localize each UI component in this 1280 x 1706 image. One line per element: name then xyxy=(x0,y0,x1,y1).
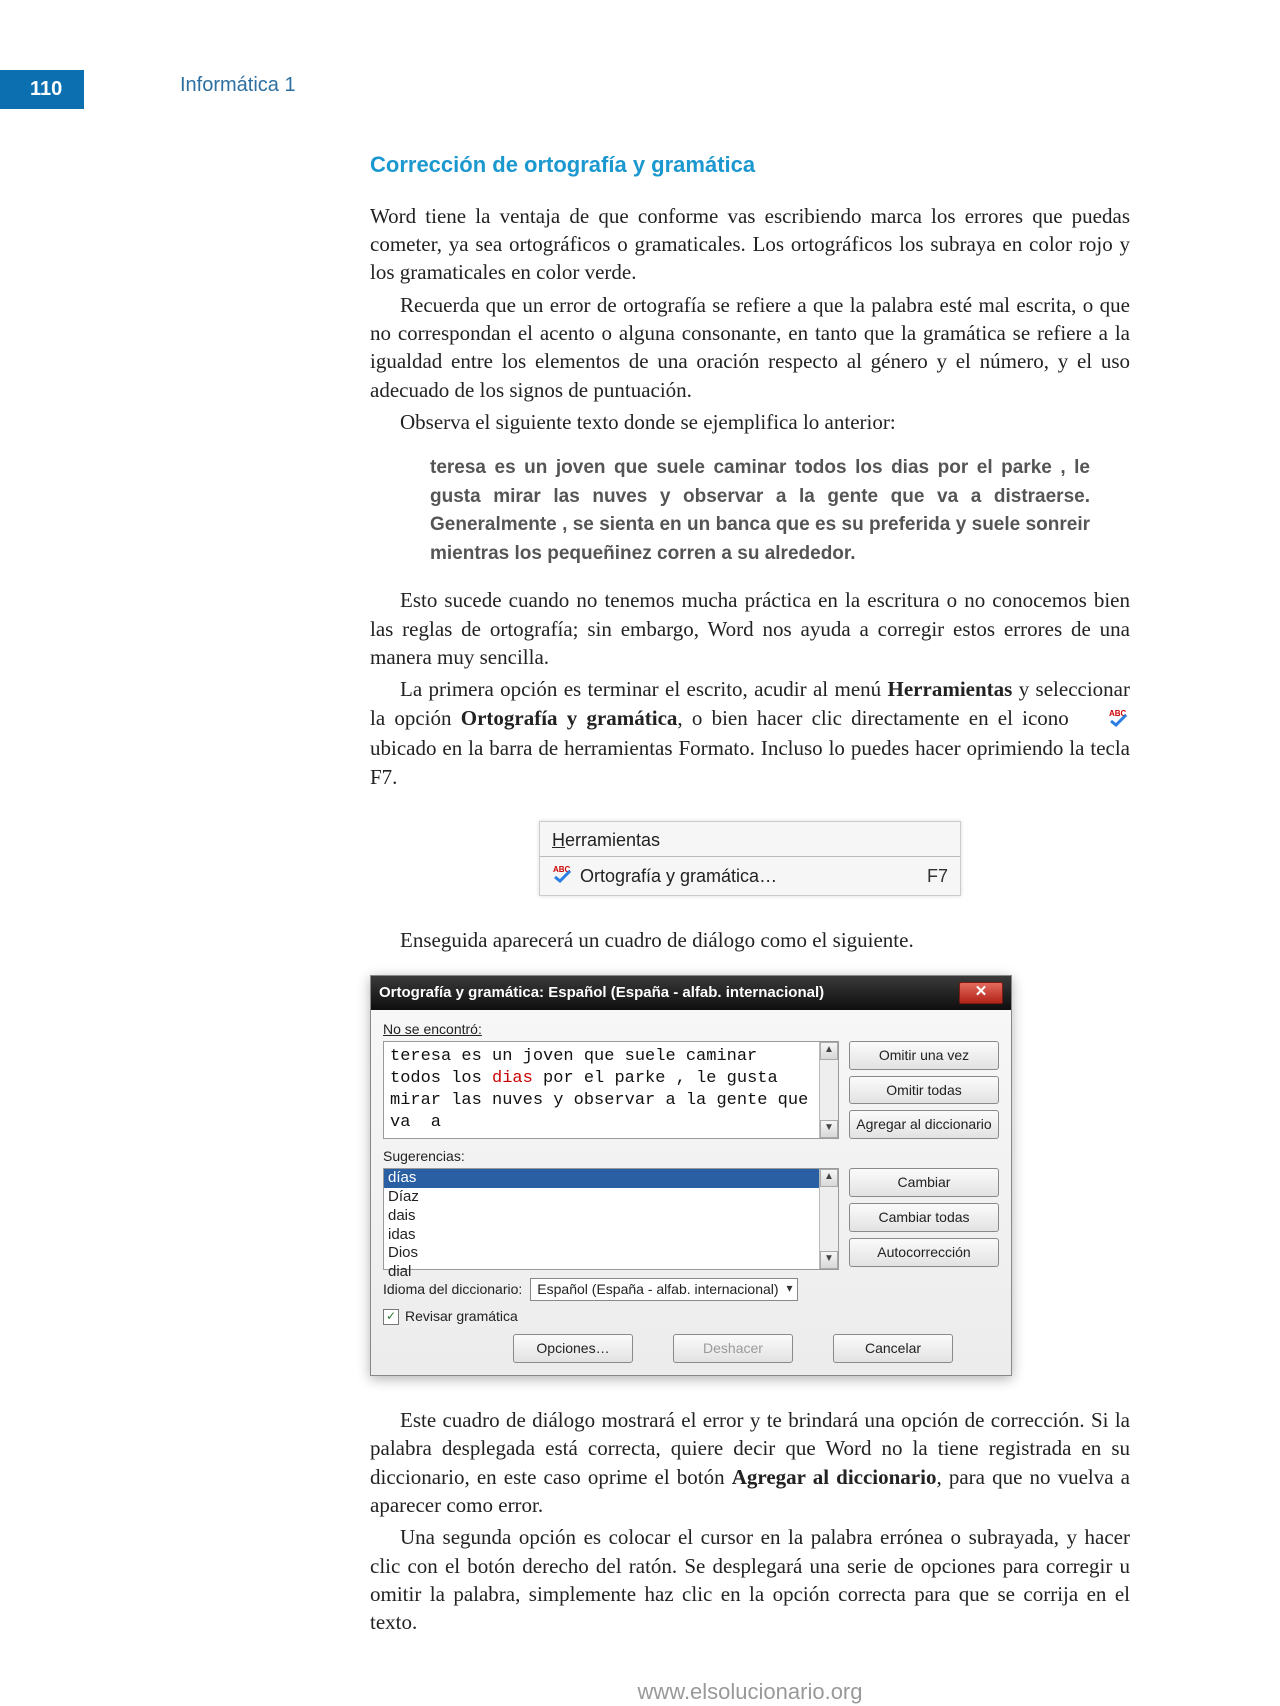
options-button[interactable]: Opciones… xyxy=(513,1334,633,1363)
page: 110 Informática 1 Corrección de ortograf… xyxy=(0,0,1280,1706)
menu-item-shortcut: F7 xyxy=(927,864,948,888)
menu-title-accel: H xyxy=(552,830,565,850)
paragraph-5: La primera opción es terminar el escrito… xyxy=(370,675,1130,790)
dictionary-language-label: Idioma del diccionario: xyxy=(383,1280,522,1299)
spellcheck-icon: ABC xyxy=(1078,706,1130,734)
change-buttons-column: Cambiar Cambiar todas Autocorrección xyxy=(849,1168,999,1270)
suggestion-item[interactable]: Díaz xyxy=(384,1188,819,1207)
error-text-wrap: teresa es un joven que suele caminar tod… xyxy=(383,1041,839,1140)
scroll-down-icon[interactable]: ▼ xyxy=(820,1251,838,1269)
paragraph-8: Una segunda opción es colocar el cursor … xyxy=(370,1523,1130,1636)
text: No se encontró: xyxy=(383,1021,482,1037)
scroll-up-icon[interactable]: ▲ xyxy=(820,1042,838,1060)
example-text: teresa es un joven que suele caminar tod… xyxy=(430,454,1090,568)
error-text-area[interactable]: teresa es un joven que suele caminar tod… xyxy=(384,1042,819,1138)
dialog-body: No se encontró: teresa es un joven que s… xyxy=(371,1010,1011,1375)
menu-title-rest: erramientas xyxy=(565,830,660,850)
paragraph-1: Word tiene la ventaja de que conforme va… xyxy=(370,202,1130,287)
suggestion-item[interactable]: Dios xyxy=(384,1244,819,1263)
spelling-dialog: Ortografía y gramática: Español (España … xyxy=(370,975,1012,1376)
check-grammar-label: Revisar gramática xyxy=(405,1307,518,1326)
menu-title[interactable]: Herramientas xyxy=(540,822,960,857)
cancel-button[interactable]: Cancelar xyxy=(833,1334,953,1363)
scroll-up-icon[interactable]: ▲ xyxy=(820,1169,838,1187)
suggestions-list[interactable]: días Díaz dais idas Dios dial xyxy=(384,1169,819,1269)
page-number: 110 xyxy=(0,70,84,109)
error-text-row: teresa es un joven que suele caminar tod… xyxy=(383,1041,999,1140)
scroll-down-icon[interactable]: ▼ xyxy=(820,1120,838,1138)
dialog-bottom-buttons: Opciones… Deshacer Cancelar xyxy=(513,1334,999,1363)
menu-item-spellcheck[interactable]: ABC Ortografía y gramática… F7 xyxy=(540,857,960,895)
autocorrect-button[interactable]: Autocorrección xyxy=(849,1238,999,1267)
footer-url: www.elsolucionario.org xyxy=(370,1677,1130,1706)
scroll-track[interactable] xyxy=(820,1060,838,1121)
menu-item-label: Ortografía y gramática… xyxy=(580,864,927,888)
bold-ortografia: Ortografía y gramática xyxy=(461,706,678,730)
undo-button: Deshacer xyxy=(673,1334,793,1363)
check-grammar-row: ✓ Revisar gramática xyxy=(383,1307,999,1326)
paragraph-4: Esto sucede cuando no tenemos mucha prác… xyxy=(370,586,1130,671)
close-icon[interactable]: ✕ xyxy=(959,982,1003,1004)
not-found-label: No se encontró: xyxy=(383,1020,999,1039)
scrollbar[interactable]: ▲ ▼ xyxy=(819,1169,838,1269)
ignore-once-button[interactable]: Omitir una vez xyxy=(849,1041,999,1070)
menu-herramientas: Herramientas ABC Ortografía y gramática…… xyxy=(539,821,961,897)
text: , o bien hacer clic directamente en el i… xyxy=(677,706,1078,730)
paragraph-2: Recuerda que un error de ortografía se r… xyxy=(370,291,1130,404)
dictionary-language-row: Idioma del diccionario: Español (España … xyxy=(383,1278,999,1301)
dictionary-language-select[interactable]: Español (España - alfab. internacional) xyxy=(530,1278,797,1301)
change-all-button[interactable]: Cambiar todas xyxy=(849,1203,999,1232)
ignore-all-button[interactable]: Omitir todas xyxy=(849,1076,999,1105)
bold-agregar: Agregar al diccionario xyxy=(732,1465,937,1489)
add-to-dictionary-button[interactable]: Agregar al diccionario xyxy=(849,1110,999,1139)
scroll-track[interactable] xyxy=(820,1187,838,1251)
spellcheck-icon: ABC xyxy=(552,863,580,889)
dialog-title: Ortografía y gramática: Español (España … xyxy=(379,983,959,1003)
text: ubicado en la barra de herramientas Form… xyxy=(370,736,1130,788)
text: La primera opción es terminar el escrito… xyxy=(400,677,888,701)
dialog-titlebar: Ortografía y gramática: Español (España … xyxy=(371,976,1011,1010)
suggestion-item[interactable]: dais xyxy=(384,1207,819,1226)
suggestions-row: días Díaz dais idas Dios dial ▲ ▼ xyxy=(383,1168,999,1270)
suggestions-box: días Díaz dais idas Dios dial ▲ ▼ xyxy=(383,1168,839,1270)
misspelled-word: dias xyxy=(492,1069,533,1088)
running-head: Informática 1 xyxy=(180,74,296,97)
paragraph-3: Observa el siguiente texto donde se ejem… xyxy=(370,408,1130,436)
content-column: Corrección de ortografía y gramática Wor… xyxy=(370,150,1130,1706)
paragraph-6: Enseguida aparecerá un cuadro de diálogo… xyxy=(370,926,1130,954)
change-button[interactable]: Cambiar xyxy=(849,1168,999,1197)
paragraph-7: Este cuadro de diálogo mostrará el error… xyxy=(370,1406,1130,1519)
check-grammar-checkbox[interactable]: ✓ xyxy=(383,1309,399,1325)
suggestion-selected[interactable]: días xyxy=(384,1169,819,1188)
ignore-buttons-column: Omitir una vez Omitir todas Agregar al d… xyxy=(849,1041,999,1140)
scrollbar[interactable]: ▲ ▼ xyxy=(819,1042,838,1139)
bold-herramientas: Herramientas xyxy=(888,677,1013,701)
suggestions-label: Sugerencias: xyxy=(383,1147,999,1166)
section-title: Corrección de ortografía y gramática xyxy=(370,150,1130,180)
suggestion-item[interactable]: idas xyxy=(384,1226,819,1245)
